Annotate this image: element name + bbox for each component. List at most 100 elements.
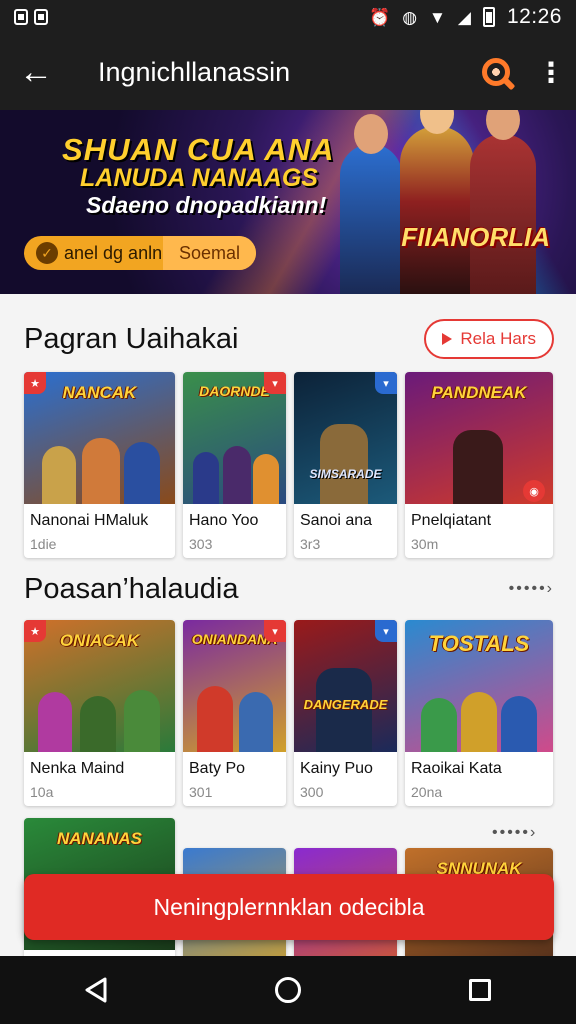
battery-icon: [482, 7, 495, 27]
game-meta: 10a: [30, 784, 54, 800]
triangle-back-icon: [85, 977, 107, 1003]
character-figure: [124, 442, 160, 504]
clock: 12:26: [506, 5, 562, 28]
game-name: Nanonai HMaluk: [30, 512, 149, 529]
game-name: Hano Yoo: [189, 512, 259, 529]
app-bar: ← Ingnichllanassin ⋮: [0, 34, 576, 110]
character-figure: [197, 686, 233, 752]
android-icon: ◍: [402, 7, 418, 27]
section-header: Poasan’halaudia •••••›: [24, 564, 554, 614]
section-title: Pagran Uaihakai: [24, 322, 239, 355]
game-row: NANCAK ★ Nanonai HMaluk 1die DAORNDE ▾ H…: [24, 372, 554, 558]
game-thumbnail: ONIACAK ★: [24, 620, 175, 752]
character-head: [486, 110, 520, 140]
screen: ⏰ ◍ ▼ ◢ 12:26 ← Ingnichllanassin ⋮ SHUAN…: [0, 0, 576, 1024]
new-badge-icon: ★: [24, 372, 46, 394]
banner-character: [340, 114, 402, 294]
system-nav-bar: [0, 956, 576, 1024]
character-figure: [82, 438, 120, 504]
thumbnail-title: NANANAS: [57, 829, 142, 848]
overflow-menu-button[interactable]: ⋮: [526, 34, 576, 110]
more-vertical-icon: ⋮: [537, 56, 565, 88]
arrow-left-icon: ←: [19, 52, 53, 91]
character-figure: [320, 424, 368, 504]
game-meta: 300: [300, 784, 324, 800]
game-card[interactable]: NANCAK ★ Nanonai HMaluk 1die: [24, 372, 175, 558]
character-figure: [42, 446, 76, 504]
back-button[interactable]: ←: [0, 34, 72, 110]
view-all-button[interactable]: Rela Hars: [424, 319, 554, 359]
character-figure: [461, 692, 497, 752]
new-badge-icon: ★: [24, 620, 46, 642]
game-thumbnail: TOSTALS: [405, 620, 553, 752]
thumbnail-title: SIMSARADE: [309, 467, 382, 481]
game-card[interactable]: DAORNDE ▾ Hano Yoo 303: [183, 372, 286, 558]
game-name: Nenka Maind: [30, 760, 125, 777]
signal-icon: ◢: [457, 7, 471, 27]
search-button[interactable]: [466, 34, 526, 110]
game-card[interactable]: SIMSARADE ▾ Sanoi ana 3r3: [294, 372, 397, 558]
banner-pill-label: anel dg anln: [64, 242, 163, 263]
game-thumbnail: DANGERADE ▾: [294, 620, 397, 752]
character-figure: [239, 692, 273, 752]
search-icon: [482, 58, 510, 86]
view-all-label: Rela Hars: [460, 329, 536, 348]
banner-logo: FIIANORLIA: [401, 222, 550, 252]
section-header: Pagran Uaihakai Rela Hars: [24, 314, 554, 364]
wifi-icon: ▼: [429, 7, 446, 27]
game-thumbnail: DAORNDE ▾: [183, 372, 286, 504]
game-card[interactable]: ONIANDANA ▾ Baty Po 301: [183, 620, 286, 806]
character-figure: [421, 698, 457, 752]
snackbar-button[interactable]: Neningplernnklan odecibla: [24, 874, 554, 940]
system-icons: ⏰ ◍ ▼ ◢ 12:26: [369, 5, 562, 29]
status-bar: ⏰ ◍ ▼ ◢ 12:26: [0, 0, 576, 34]
square-recents-icon: [469, 979, 491, 1001]
game-card[interactable]: TOSTALS Raoikai Kata 20na: [405, 620, 553, 806]
game-meta: 1die: [30, 536, 57, 552]
game-thumbnail: PANDNEAK ◉: [405, 372, 553, 504]
game-card[interactable]: PANDNEAK ◉ Pnelqiatant 30m: [405, 372, 553, 558]
banner-character: [470, 110, 536, 294]
game-card[interactable]: ONIACAK ★ Nenka Maind 10a: [24, 620, 175, 806]
notification-icons: [14, 9, 48, 25]
check-icon: ✓: [36, 242, 58, 264]
bookmark-icon: ▾: [375, 372, 397, 394]
nav-back-button[interactable]: [51, 956, 141, 1024]
banner-character: [400, 110, 474, 294]
more-button[interactable]: •••••›: [509, 580, 554, 598]
character-head: [420, 110, 454, 134]
game-thumbnail: SIMSARADE ▾: [294, 372, 397, 504]
promo-banner[interactable]: SHUAN CUA ANA LANUDA NANAAGS Sdaeno dnop…: [0, 110, 576, 294]
game-row: ONIACAK ★ Nenka Maind 10a ONIANDANA ▾ Ba…: [24, 620, 554, 806]
nav-home-button[interactable]: [243, 956, 333, 1024]
thumbnail-title: NANCAK: [62, 383, 137, 402]
game-card[interactable]: DANGERADE ▾ Kainy Puo 300: [294, 620, 397, 806]
play-badge-icon: ◉: [523, 480, 545, 502]
character-figure: [193, 452, 219, 504]
game-meta: 303: [189, 536, 213, 552]
game-meta: 30m: [411, 536, 439, 552]
notification-icon: [34, 9, 48, 25]
section-title: Poasan’halaudia: [24, 572, 239, 605]
thumbnail-title: TOSTALS: [428, 631, 530, 656]
character-figure: [253, 454, 279, 504]
circle-home-icon: [275, 977, 301, 1003]
character-figure: [38, 692, 72, 752]
game-thumbnail: NANCAK ★: [24, 372, 175, 504]
character-figure: [453, 430, 503, 504]
game-meta: 301: [189, 784, 213, 800]
game-name: Baty Po: [189, 760, 246, 777]
game-name: Kainy Puo: [300, 760, 373, 777]
notification-icon: [14, 9, 28, 25]
game-meta: 20na: [411, 784, 443, 800]
banner-subtitle: LANUDA NANAAGS: [80, 164, 318, 192]
thumbnail-title: ONIACAK: [59, 631, 140, 650]
nav-recents-button[interactable]: [435, 956, 525, 1024]
banner-action-button[interactable]: ✓ anel dg anln Soemal: [24, 236, 256, 270]
thumbnail-title: DANGERADE: [303, 697, 388, 712]
character-figure: [501, 696, 537, 752]
game-meta: 3r3: [300, 536, 321, 552]
character-figure: [124, 690, 160, 752]
banner-pill-side-label: Soemal: [162, 236, 256, 270]
character-figure: [80, 696, 116, 752]
